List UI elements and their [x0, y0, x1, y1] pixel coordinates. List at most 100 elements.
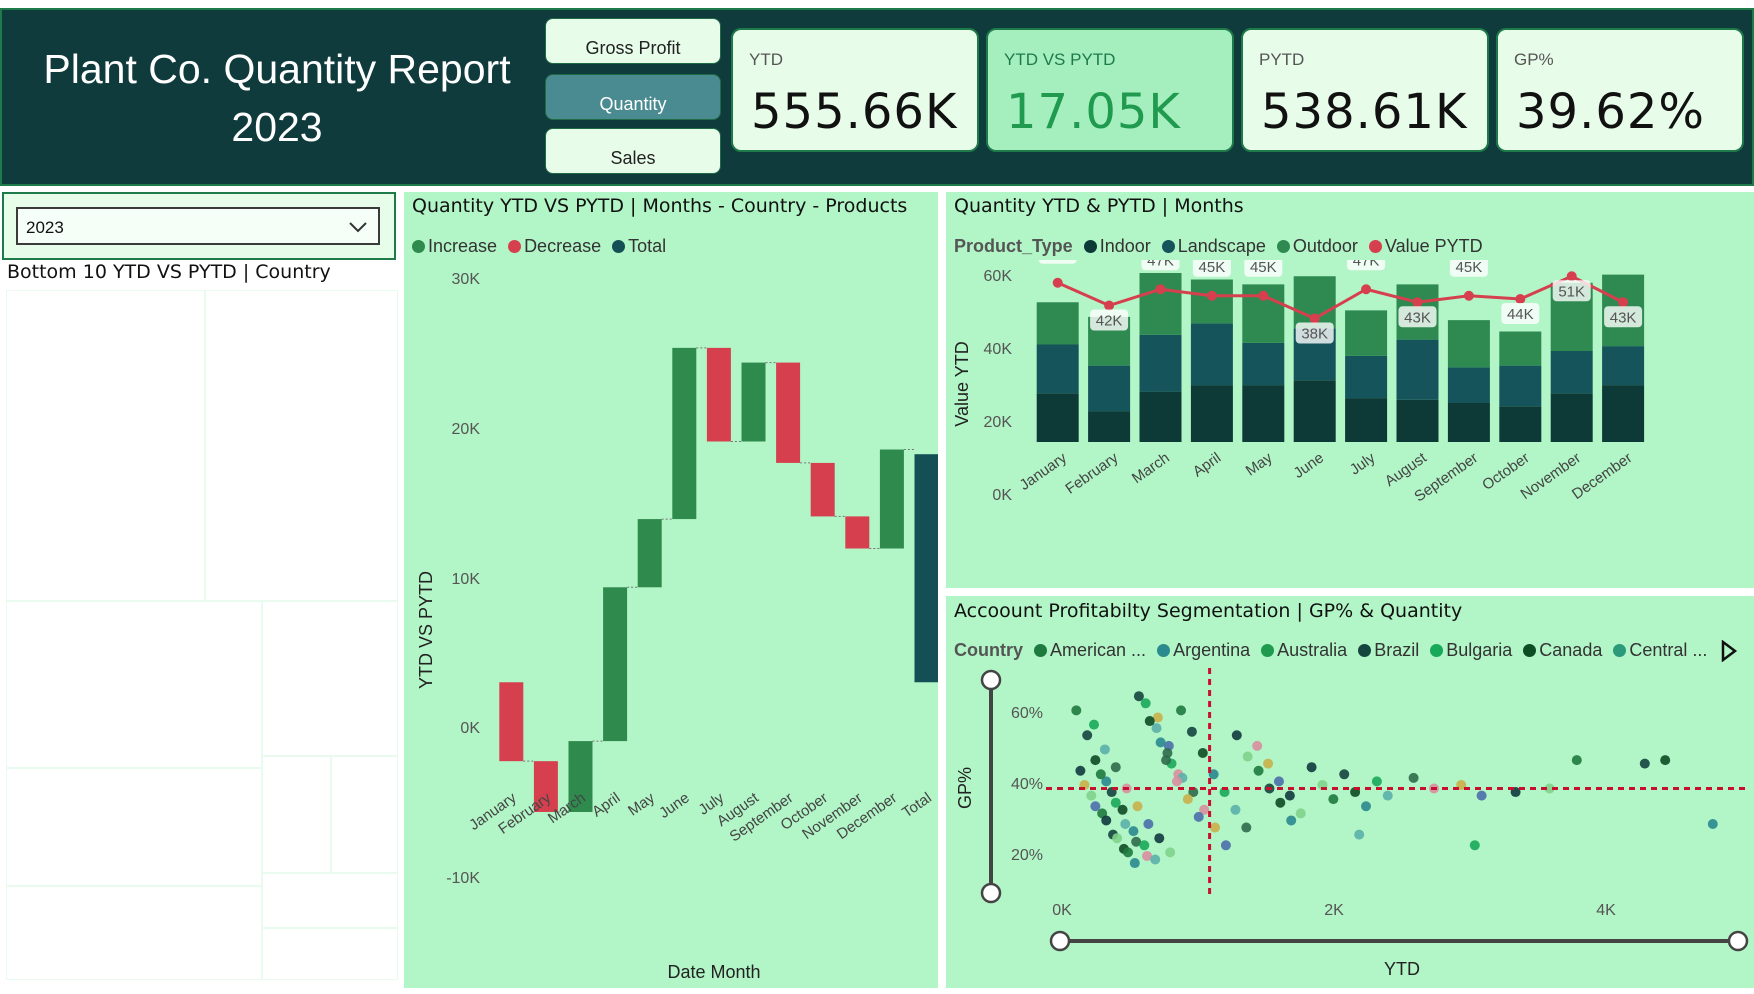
legend-label: Value PYTD: [1384, 236, 1483, 256]
scatter-point: [1090, 801, 1101, 812]
kpi-value: 538.61K: [1261, 84, 1468, 140]
legend-item-country[interactable]: Bulgaria: [1430, 640, 1512, 661]
legend-item-increase[interactable]: Increase: [412, 236, 497, 257]
scatter-point: [1133, 691, 1144, 702]
quantity-button[interactable]: Quantity: [545, 74, 721, 120]
treemap-cell-netherlands[interactable]: Netherlands -3.26K: [262, 601, 398, 756]
waterfall-bar: [706, 347, 731, 442]
scatter-point: [1143, 819, 1154, 829]
legend-marker-indoor: [1083, 240, 1097, 253]
scatter-point: [1090, 755, 1101, 766]
scatter-point: [1210, 822, 1221, 833]
treemap-title: Bottom 10 YTD VS PYTD | Country: [7, 261, 331, 283]
legend-title: Product_Type: [954, 236, 1073, 256]
treemap-cell-greece[interactable]: Greece -4.73K: [6, 768, 262, 886]
stacked-bar-segment: [1396, 399, 1439, 442]
waterfall-bar: [637, 519, 662, 588]
year-dropdown[interactable]: 2023: [16, 207, 380, 245]
treemap-cell-china[interactable]: China -9.76K: [6, 290, 205, 601]
y-tick-label: 20%: [1011, 847, 1043, 864]
legend-item-total[interactable]: Total: [612, 236, 666, 257]
legend-item-country[interactable]: Australia: [1261, 640, 1347, 661]
y-tick-label: 40K: [984, 341, 1013, 358]
legend-item-indoor[interactable]: Indoor: [1083, 236, 1151, 257]
sales-button[interactable]: Sales: [545, 128, 721, 174]
treemap-cell-france[interactable]: France -9.36K: [205, 290, 398, 601]
waterfall-bar: [741, 362, 766, 442]
kpi-card-ytd-vs-pytd: YTD VS PYTD 17.05K: [986, 28, 1234, 152]
stacked-bar-segment: [1345, 310, 1388, 356]
legend-item-country[interactable]: Canada: [1523, 640, 1602, 661]
scatter-point: [1197, 748, 1208, 758]
pytd-point: [1463, 290, 1474, 301]
stacked-bar-segment: [1602, 385, 1645, 442]
legend-label: Bulgaria: [1446, 640, 1513, 660]
scatter-point: [1339, 769, 1350, 780]
legend-item-outdoor[interactable]: Outdoor: [1276, 236, 1358, 257]
y-range-slider-handle-top[interactable]: [980, 669, 1002, 691]
pytd-point: [1155, 284, 1166, 295]
pytd-point: [1412, 297, 1423, 308]
scatter-point: [1242, 751, 1253, 762]
waterfall-legend: Increase Decrease Total: [412, 236, 672, 257]
legend-marker: [1261, 644, 1275, 657]
stacked-bar-segment: [1036, 393, 1079, 442]
legend-item-value-pytd[interactable]: Value PYTD: [1368, 236, 1483, 257]
kpi-label: YTD: [749, 50, 783, 69]
treemap-cell-united-states[interactable]: United States: [262, 928, 398, 980]
treemap-cell-japan[interactable]: Japan -3.74K: [6, 886, 262, 980]
stacked-bar-segment: [1499, 331, 1542, 366]
treemap-cell-czechia[interactable]: Cze... -1.18K: [331, 756, 398, 873]
treemap-cell-vietnam[interactable]: Vietnam: [262, 873, 398, 928]
treemap-cell-value: -1.26K: [268, 854, 313, 871]
pytd-point: [1309, 313, 1320, 324]
legend-item-country[interactable]: Argentina: [1157, 640, 1250, 661]
data-label: 43K: [1610, 309, 1637, 326]
year-dropdown-value: 2023: [26, 218, 64, 237]
data-label: 45K: [1456, 260, 1483, 276]
scatter-point: [1707, 819, 1718, 829]
stacked-bar-segment: [1242, 385, 1285, 442]
scatter-point: [1086, 790, 1097, 801]
gross-profit-button[interactable]: Gross Profit: [545, 18, 721, 64]
x-range-slider-handle-left[interactable]: [1049, 930, 1071, 952]
legend-item-decrease[interactable]: Decrease: [508, 236, 601, 257]
y-tick-label: 0K: [460, 720, 480, 737]
stacked-bar-segment: [1242, 342, 1285, 386]
scatter-point: [1230, 804, 1241, 815]
stacked-bar-segment: [1345, 355, 1388, 399]
scatter-point: [1476, 790, 1487, 801]
legend-label: Landscape: [1177, 236, 1266, 256]
scatter-point: [1284, 790, 1295, 801]
scatter-point: [1639, 758, 1650, 769]
legend-marker: [1157, 644, 1171, 657]
stacked-bar-segment: [1139, 334, 1182, 392]
scatter-point: [1095, 769, 1106, 780]
treemap-cell-sweden[interactable]: Sweden -6.71K: [6, 601, 262, 768]
legend-label: Total: [628, 236, 667, 256]
treemap-cell-name: Japan: [12, 893, 62, 913]
legend-marker-increase: [412, 240, 425, 253]
treemap-cell-name: Greece: [12, 775, 72, 795]
y-tick-label: 0K: [992, 487, 1012, 504]
treemap-cell-thailand[interactable]: Thail... -1.26K: [262, 756, 331, 873]
scatter-point: [1132, 801, 1143, 812]
legend-item-country[interactable]: American ...: [1034, 640, 1146, 661]
title-line-2: 2023: [231, 104, 323, 150]
scatter-point: [1253, 765, 1264, 776]
x-range-slider-handle-right[interactable]: [1727, 930, 1749, 952]
waterfall-title: Quantity YTD VS PYTD | Months - Country …: [412, 195, 908, 217]
scatter-point: [1252, 740, 1263, 751]
legend-item-country[interactable]: Brazil: [1358, 640, 1419, 661]
data-label: 47K: [1353, 260, 1380, 269]
scatter-point: [1161, 755, 1172, 766]
legend-item-landscape[interactable]: Landscape: [1161, 236, 1266, 257]
y-range-slider-handle-bottom[interactable]: [980, 882, 1002, 904]
x-tick-label: May: [625, 789, 658, 819]
x-tick-label: February: [1062, 449, 1121, 498]
legend-next-arrow-icon[interactable]: [1720, 640, 1738, 662]
legend-item-country[interactable]: Central ...: [1613, 640, 1707, 661]
scatter-point: [1408, 772, 1419, 783]
scatter-point: [1193, 811, 1204, 822]
treemap-cell-value: -3.74K: [12, 961, 57, 978]
